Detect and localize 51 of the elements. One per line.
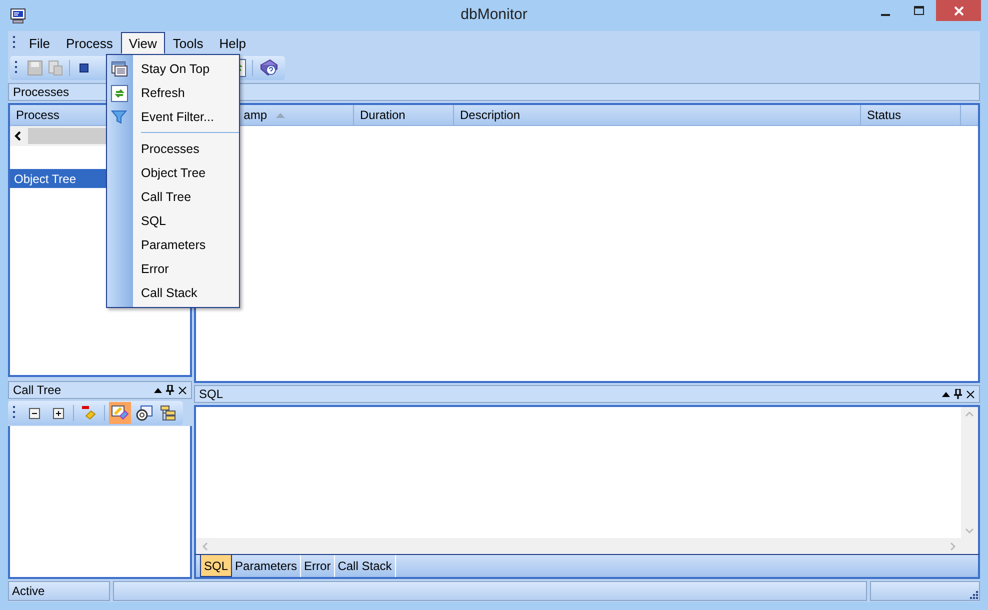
pin-icon[interactable] (166, 385, 174, 395)
menu-option[interactable]: Error (107, 257, 239, 281)
tab[interactable]: Parameters (232, 555, 302, 577)
expand-icon (52, 408, 64, 418)
grip-icon[interactable] (15, 60, 18, 76)
tab[interactable]: Error (301, 555, 335, 577)
minimize-icon (880, 14, 890, 16)
refresh-icon (111, 85, 128, 102)
pane-title: SQL (199, 387, 224, 401)
sort-arrow-icon (276, 112, 285, 118)
close-icon[interactable] (966, 390, 975, 398)
help-book-icon[interactable] (259, 58, 279, 78)
menu-item[interactable]: View (120, 32, 165, 54)
window-icon (111, 61, 128, 77)
resize-grip-icon[interactable] (969, 590, 979, 600)
menu-item[interactable]: Process (58, 32, 121, 54)
collapse-arrow-icon[interactable] (942, 392, 950, 396)
window-title: dbMonitor (460, 6, 528, 23)
toolbar-button[interactable] (109, 402, 131, 424)
tab[interactable]: SQL (200, 555, 232, 577)
menu-item[interactable]: Tools (164, 32, 212, 54)
monitor-icon (10, 8, 26, 24)
pencil-icon (111, 404, 129, 422)
grip-icon[interactable] (13, 405, 16, 421)
pin-icon[interactable] (954, 389, 962, 399)
menu-option[interactable]: Stay On Top (107, 57, 239, 81)
menu-option[interactable]: SQL (107, 209, 239, 233)
close-icon[interactable] (178, 386, 187, 394)
column-header[interactable]: Status (861, 105, 961, 125)
close-button[interactable] (936, 0, 981, 21)
tree-icon (160, 405, 176, 421)
grip-icon[interactable] (13, 35, 16, 51)
column-header[interactable]: Description (454, 105, 861, 125)
menu-item[interactable]: File (21, 32, 58, 54)
menu-option[interactable]: Parameters (107, 233, 239, 257)
column-header[interactable]: Duration (354, 105, 454, 125)
collapse-arrow-icon[interactable] (154, 388, 162, 392)
menu-item[interactable]: Help (211, 32, 254, 54)
eraser-icon (81, 405, 97, 421)
menu-option[interactable]: Call Tree (107, 185, 239, 209)
menu-option[interactable]: Processes (107, 137, 239, 161)
close-icon (954, 6, 964, 16)
menu-option[interactable]: Refresh (107, 81, 239, 105)
status-panel: Active (8, 581, 110, 601)
menu-option[interactable]: Call Stack (107, 281, 239, 305)
pane-title: Call Tree (13, 383, 62, 397)
scroll-left-icon[interactable] (14, 131, 22, 141)
pane-title: Processes (13, 85, 70, 99)
maximize-icon (914, 6, 924, 16)
tab[interactable]: Call Stack (334, 555, 396, 577)
collapse-icon (28, 408, 40, 418)
